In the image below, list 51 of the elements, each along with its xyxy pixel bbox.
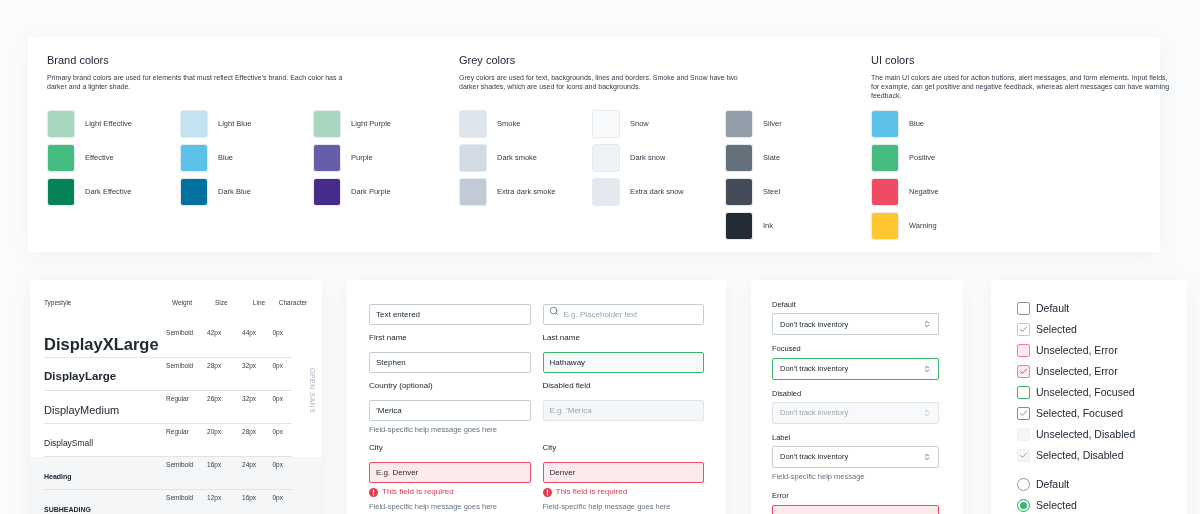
field-label: Disabled field — [542, 380, 592, 392]
field-label: City — [369, 442, 384, 455]
field-label: First name — [369, 332, 408, 344]
typestyle-sample: DisplayXLarge — [44, 335, 159, 353]
check-icon — [1019, 367, 1028, 376]
checkbox[interactable] — [1017, 386, 1030, 399]
radio-button[interactable] — [1017, 478, 1030, 491]
checkbox-label: Unselected, Focused — [1036, 384, 1135, 400]
text-field[interactable]: Stephen — [369, 352, 531, 373]
checkbox-label: Selected — [1036, 321, 1077, 337]
field-label: City — [542, 442, 558, 455]
field-label: Country (optional) — [369, 380, 434, 392]
search-field[interactable]: E.g. Placeholder text — [542, 304, 704, 325]
error-message: This field is required — [555, 486, 628, 499]
field-label: Last name — [542, 332, 581, 344]
text-field[interactable]: Text entered — [369, 304, 531, 325]
text-field[interactable]: Denver — [542, 462, 704, 484]
typestyle-sample: DisplayMedium — [44, 404, 120, 416]
checkbox[interactable] — [1017, 365, 1030, 378]
radio-label: Default — [1036, 476, 1070, 492]
error-message: This field is required — [382, 486, 454, 499]
search-icon — [548, 305, 559, 316]
error-icon — [369, 487, 378, 497]
typestyle-sample: DisplaySmall — [44, 438, 94, 448]
check-icon — [1019, 409, 1028, 418]
error-icon — [542, 487, 552, 497]
checkbox[interactable] — [1017, 302, 1030, 315]
chevrons-icon — [923, 453, 931, 461]
section-title: Brand colors — [47, 53, 110, 68]
checkbox-label: Unselected, Error — [1036, 363, 1118, 379]
radio-label: Selected — [1036, 497, 1077, 513]
checkbox-label: Default — [1036, 300, 1070, 316]
checkbox[interactable] — [1017, 344, 1030, 357]
text-field[interactable]: E.g. Denver — [369, 462, 531, 484]
text-field[interactable]: ’Merica — [369, 400, 531, 421]
section-title: Grey colors — [459, 53, 517, 68]
checkbox[interactable] — [1017, 407, 1030, 420]
checkbox-label: Unselected, Disabled — [1036, 426, 1136, 442]
check-icon — [1019, 325, 1028, 334]
chevrons-icon — [923, 320, 931, 329]
typestyle-sample: DisplayLarge — [44, 371, 117, 383]
checkbox[interactable] — [1017, 323, 1030, 336]
checkbox-label: Unselected, Error — [1036, 342, 1118, 358]
checkbox-label: Selected, Focused — [1036, 405, 1123, 421]
chevrons-icon — [923, 408, 931, 417]
chevrons-icon — [923, 364, 931, 373]
text-field[interactable]: Hathaway — [542, 352, 704, 373]
checkbox-label: Selected, Disabled — [1036, 447, 1124, 463]
section-title: UI colors — [871, 53, 916, 68]
radio-button[interactable] — [1017, 499, 1030, 512]
check-icon — [1019, 451, 1028, 460]
